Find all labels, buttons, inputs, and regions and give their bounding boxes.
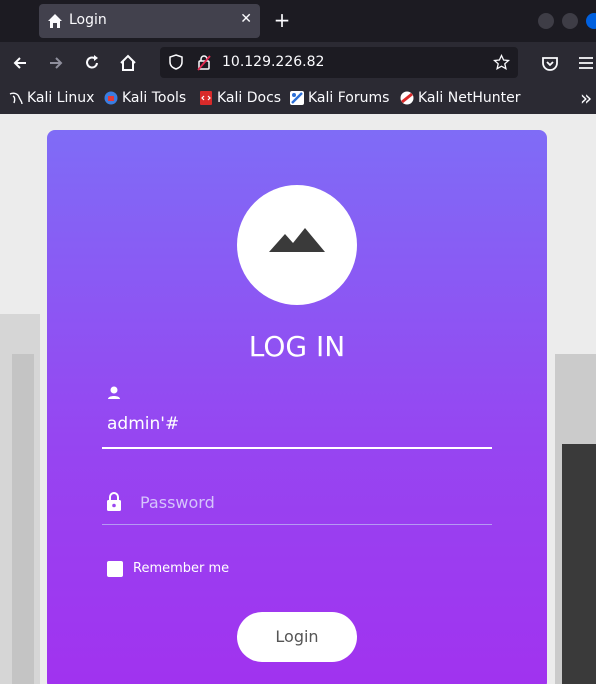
bookmark-label: Kali Forums <box>308 90 390 106</box>
bookmarks-toolbar: Kali Linux Kali Tools Kali Docs Kali For… <box>0 84 596 114</box>
forward-icon[interactable] <box>46 53 66 73</box>
tab-close-icon[interactable]: ✕ <box>240 11 252 27</box>
bookmarks-overflow-button[interactable]: » <box>580 86 592 110</box>
navigation-toolbar: 10.129.226.82 <box>0 42 596 84</box>
tab-login[interactable]: Login ✕ <box>39 4 260 38</box>
tab-strip: Login ✕ + <box>0 0 596 42</box>
mountain-icon <box>269 228 325 252</box>
url-text[interactable]: 10.129.226.82 <box>222 54 324 70</box>
login-title: LOG IN <box>248 330 346 363</box>
minimize-button[interactable] <box>538 13 554 29</box>
insecure-lock-icon[interactable] <box>196 54 212 71</box>
bookmark-kali-forums[interactable]: Kali Forums <box>290 90 389 106</box>
kali-dragon-icon <box>9 92 23 105</box>
kali-tools-icon <box>104 91 118 105</box>
new-tab-button[interactable]: + <box>272 10 292 30</box>
menu-icon[interactable] <box>576 53 596 73</box>
username-underline <box>102 447 492 449</box>
bookmark-star-icon[interactable] <box>493 54 510 71</box>
reload-icon[interactable] <box>82 53 102 73</box>
home-icon[interactable] <box>118 53 138 73</box>
bookmark-kali-linux[interactable]: Kali Linux <box>9 90 94 106</box>
tab-title: Login <box>69 12 107 28</box>
bookmark-label: Kali Linux <box>27 90 95 106</box>
kali-docs-icon <box>200 91 212 105</box>
remember-me-checkbox[interactable] <box>107 561 123 577</box>
remember-me-label[interactable]: Remember me <box>133 561 229 576</box>
background-skyline <box>562 444 596 684</box>
lock-icon <box>107 492 121 511</box>
kali-nethunter-icon <box>400 91 414 105</box>
username-field[interactable]: admin'# <box>102 385 492 449</box>
bookmark-kali-docs[interactable]: Kali Docs <box>199 90 281 106</box>
home-icon <box>48 14 62 28</box>
bookmark-label: Kali Tools <box>122 90 187 106</box>
shield-icon[interactable] <box>168 54 184 70</box>
logo <box>237 185 357 305</box>
bookmark-kali-nethunter[interactable]: Kali NetHunter <box>400 90 520 106</box>
bookmark-kali-tools[interactable]: Kali Tools <box>104 90 186 106</box>
password-field[interactable]: Password <box>102 490 492 526</box>
close-window-button[interactable] <box>586 13 596 29</box>
login-button[interactable]: Login <box>237 612 357 662</box>
login-card: LOG IN admin'# Password Remember me Logi… <box>47 130 547 684</box>
username-value[interactable]: admin'# <box>107 414 179 434</box>
bookmark-label: Kali NetHunter <box>418 90 521 106</box>
bookmark-label: Kali Docs <box>217 90 282 106</box>
password-underline <box>102 524 492 525</box>
url-bar[interactable]: 10.129.226.82 <box>160 47 518 78</box>
maximize-button[interactable] <box>562 13 578 29</box>
back-icon[interactable] <box>10 53 30 73</box>
pocket-icon[interactable] <box>540 53 560 73</box>
password-placeholder: Password <box>140 493 215 512</box>
page-content: LOG IN admin'# Password Remember me Logi… <box>0 114 596 684</box>
background-skyline <box>12 354 34 684</box>
kali-forums-icon <box>290 91 304 105</box>
user-icon <box>108 386 120 399</box>
